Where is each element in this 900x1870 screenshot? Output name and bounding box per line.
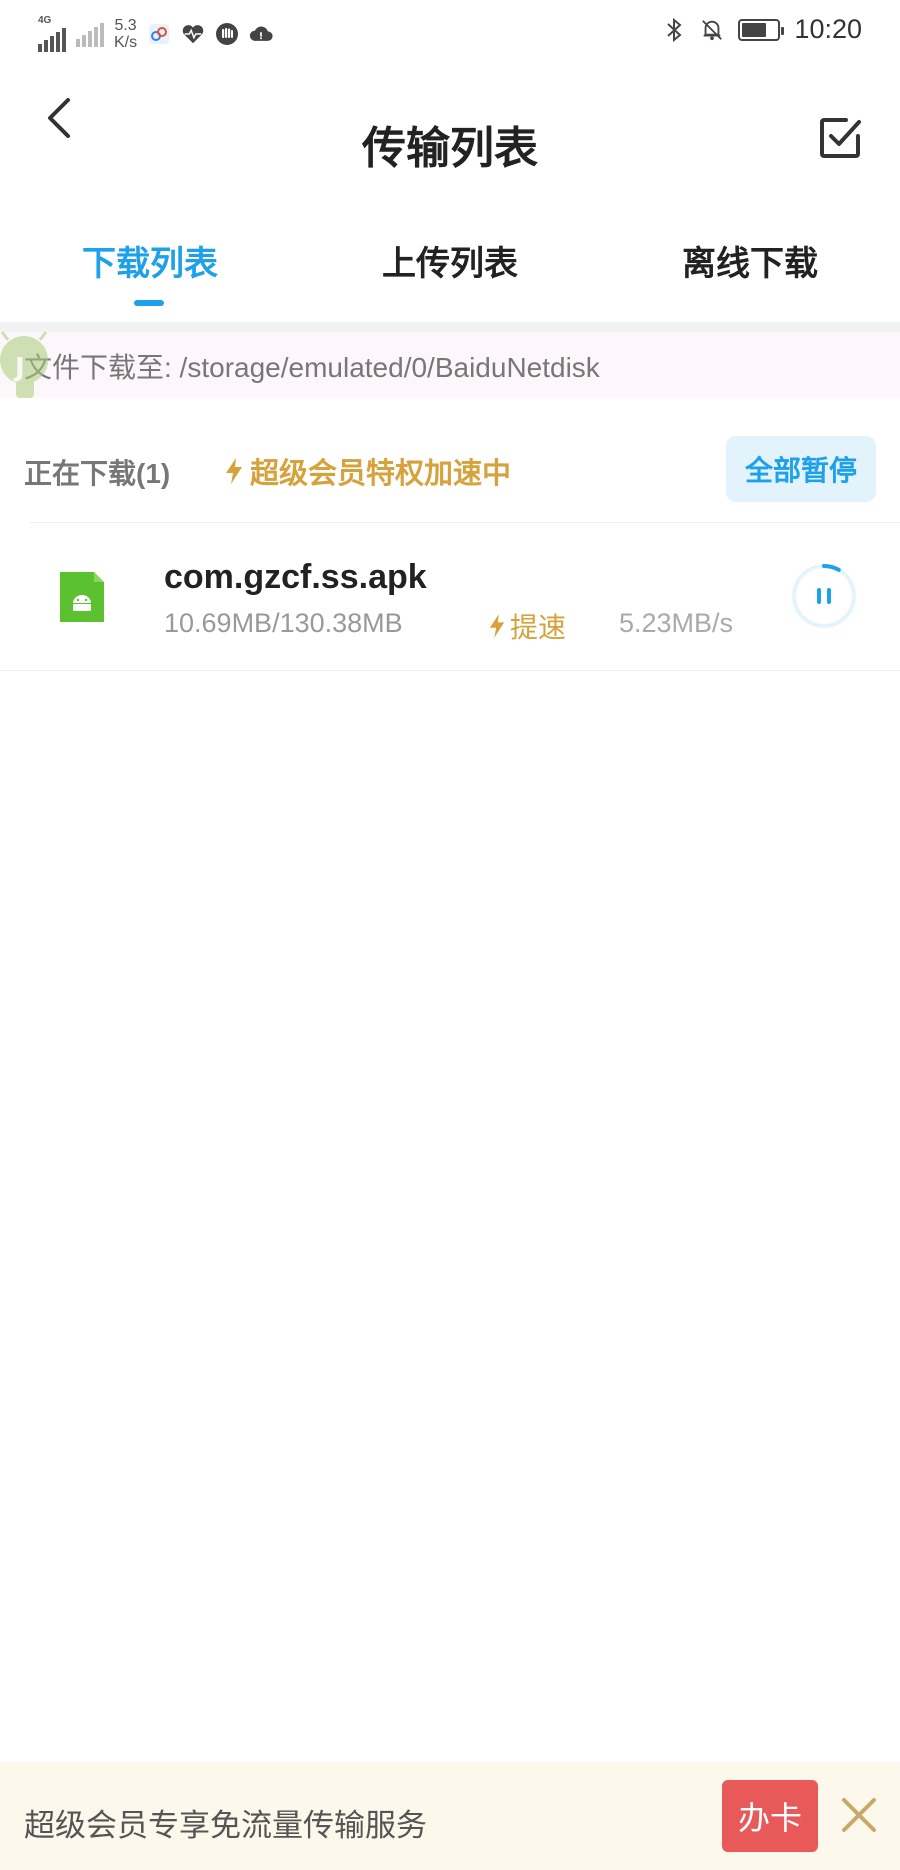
tab-download-list[interactable]: 下载列表: [40, 236, 260, 285]
row-divider: [30, 522, 900, 523]
section-divider: [0, 322, 900, 332]
signal-icon: 4G: [38, 16, 66, 52]
apply-card-button[interactable]: 办卡: [722, 1780, 818, 1852]
download-list-item[interactable]: [0, 524, 900, 670]
file-size-progress: 10.69MB/130.38MB: [164, 608, 403, 638]
download-path-text: 文件下载至: /storage/emulated/0/BaiduNetdisk: [24, 352, 600, 383]
network-speed: 5.3 K/s: [114, 17, 137, 51]
svg-text:J: J: [13, 353, 25, 383]
no-sim-signal-icon: [76, 21, 104, 47]
status-bar: 4G 5.3 K/s 10:20: [0, 0, 900, 70]
android-file-icon: [60, 572, 104, 622]
battery-icon: [738, 18, 785, 41]
file-name: com.gzcf.ss.apk: [164, 558, 427, 596]
vip-accel-text: 超级会员特权加速中: [250, 458, 512, 490]
close-banner-button[interactable]: [840, 1796, 878, 1834]
downloading-count: 正在下载(1): [24, 458, 171, 489]
promo-text: 超级会员专享免流量传输服务: [24, 1808, 427, 1843]
android-robot-icon: J: [0, 330, 58, 400]
status-left: 4G 5.3 K/s: [38, 16, 273, 52]
pause-download-button[interactable]: [790, 562, 858, 630]
network-type-label: 4G: [38, 15, 52, 26]
status-right: 10:20: [662, 14, 862, 45]
pause-all-button[interactable]: 全部暂停: [726, 436, 876, 502]
health-icon: [181, 22, 205, 46]
close-icon: [842, 1798, 876, 1832]
mute-bell-icon: [700, 18, 724, 42]
lightning-icon: [226, 458, 242, 484]
speed-value: 5.3: [114, 17, 137, 34]
download-rate: 5.23MB/s: [619, 608, 734, 638]
checkbox-edit-icon: [820, 118, 861, 158]
boost-label: 提速: [510, 612, 567, 643]
cloud-icon: [249, 22, 273, 46]
row-divider: [0, 670, 900, 671]
active-tab-indicator: [134, 300, 164, 306]
progress-ring: [792, 564, 856, 628]
lightning-icon: [489, 614, 505, 638]
speed-unit: K/s: [114, 34, 138, 51]
app-notify-icon: [147, 22, 171, 46]
bluetooth-icon: [662, 17, 686, 42]
tab-upload-list[interactable]: 上传列表: [340, 236, 560, 285]
hand-icon: [215, 22, 239, 46]
pause-icon: [817, 588, 831, 604]
tab-offline-download[interactable]: 离线下载: [640, 236, 860, 285]
edit-select-button[interactable]: [818, 116, 862, 160]
page-title: 传输列表: [362, 124, 538, 173]
boost-button[interactable]: 提速: [488, 606, 566, 646]
vip-accel-label: 超级会员特权加速中: [224, 450, 511, 492]
clock: 10:20: [794, 14, 862, 44]
